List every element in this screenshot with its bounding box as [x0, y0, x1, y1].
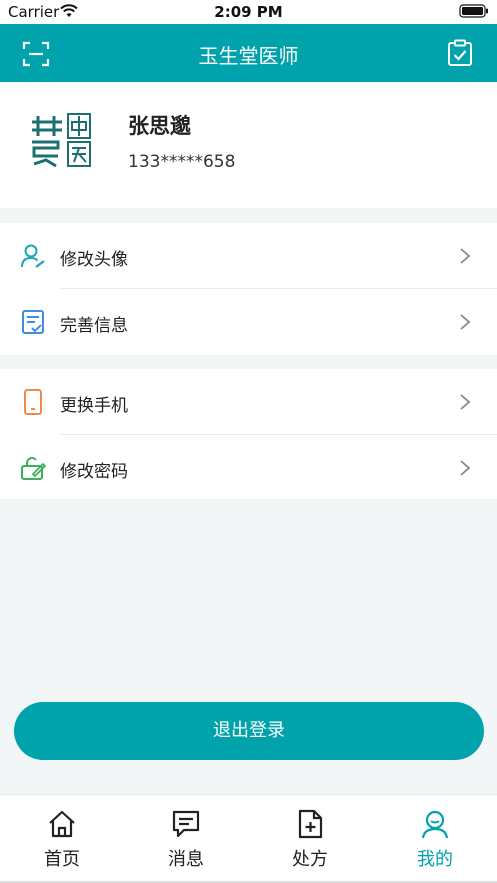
- status-time: 2:09 PM: [214, 3, 283, 21]
- menu-item-change-phone[interactable]: 更换手机: [0, 369, 497, 435]
- battery-icon: [459, 4, 488, 18]
- tab-label: 首页: [44, 849, 80, 870]
- menu-group-security: 更换手机 修改密码: [0, 369, 497, 499]
- tab-label: 我的: [417, 849, 453, 870]
- menu-item-change-avatar[interactable]: 修改头像: [0, 223, 497, 289]
- clinic-logo: [26, 110, 94, 172]
- logout-button[interactable]: 退出登录: [14, 702, 484, 760]
- menu-item-complete-info[interactable]: 完善信息: [0, 289, 497, 355]
- tab-messages[interactable]: 消息: [124, 795, 248, 883]
- page-title: 玉生堂医师: [198, 44, 299, 68]
- chevron-right-icon: [460, 314, 471, 330]
- menu-group-profile: 修改头像 完善信息: [0, 223, 497, 355]
- tab-label: 处方: [292, 849, 328, 870]
- user-edit-icon: [21, 244, 45, 268]
- menu-item-label: 更换手机: [60, 396, 128, 416]
- user-name: 张思邈: [128, 114, 191, 138]
- tab-profile[interactable]: 我的: [373, 795, 497, 883]
- menu-item-label: 修改密码: [60, 462, 128, 482]
- menu-item-change-password[interactable]: 修改密码: [0, 435, 497, 501]
- message-icon: [172, 810, 200, 838]
- chevron-right-icon: [460, 248, 471, 264]
- tab-label: 消息: [168, 849, 204, 870]
- status-bar: Carrier 2:09 PM: [0, 0, 497, 24]
- home-icon: [49, 810, 75, 838]
- chevron-right-icon: [460, 394, 471, 410]
- user-phone: 133*****658: [128, 152, 236, 172]
- chevron-right-icon: [460, 460, 471, 476]
- tab-prescriptions[interactable]: 处方: [248, 795, 372, 883]
- tab-home[interactable]: 首页: [0, 795, 124, 883]
- tab-bar: 首页 消息 处方 我的: [0, 794, 497, 883]
- phone-icon: [24, 389, 42, 415]
- menu-item-label: 完善信息: [60, 316, 128, 336]
- profile-card: 张思邈 133*****658: [0, 82, 497, 208]
- prescription-icon: [298, 809, 323, 839]
- document-check-icon: [22, 310, 44, 334]
- clipboard-check-icon[interactable]: [447, 39, 473, 67]
- lock-edit-icon: [21, 457, 46, 480]
- user-icon: [421, 810, 449, 839]
- menu-item-label: 修改头像: [60, 250, 128, 270]
- nav-bar: 玉生堂医师: [0, 24, 497, 82]
